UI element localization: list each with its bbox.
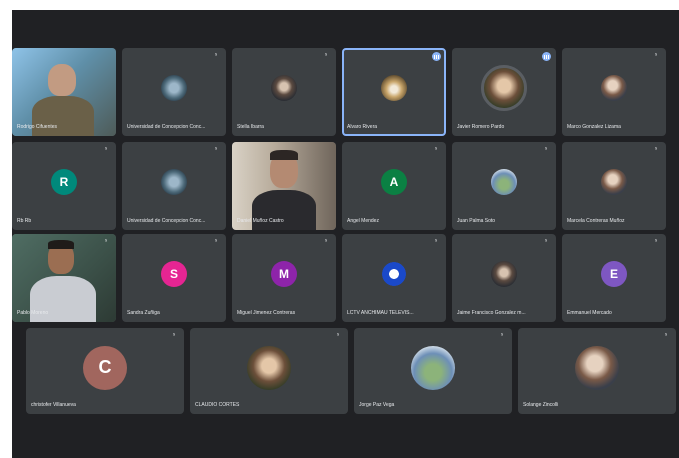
participant-tile[interactable]: ˢ Stella Ibarra [232,48,336,136]
participant-name: Jorge Paz Vega [359,402,395,408]
mic-off-icon: ˢ [655,239,658,245]
mic-off-icon: ˢ [215,239,218,245]
participant-name: Marcela Contreras Muñoz [567,218,625,224]
avatar [601,75,627,102]
avatar [382,262,406,287]
participant-name: Sandra Zuñiga [127,310,160,316]
participant-tile-active[interactable]: Alvaro Rivera [342,48,446,136]
participant-row-4: C ˢ christofer Villanueva ˢ CLAUDIO CORT… [26,328,676,414]
participant-tile[interactable]: Daniel Muñoz Castro [232,142,336,230]
avatar [481,65,527,112]
mic-off-icon: ˢ [655,147,658,153]
participant-tile[interactable]: ˢ Juan Palma Soto [452,142,556,230]
mic-off-icon: ˢ [173,333,176,339]
mic-off-icon: ˢ [215,53,218,59]
participant-name: Angel Mendez [347,218,379,224]
audio-level-icon [542,52,551,61]
mic-off-icon: ˢ [655,53,658,59]
avatar [601,169,627,196]
avatar [271,75,297,102]
avatar: C [83,345,127,390]
participant-name: Universidad de Concepcion Conc... [127,124,206,130]
participant-tile[interactable]: ˢ Jorge Paz Vega [354,328,512,414]
participant-name: CLAUDIO CORTES [195,402,240,408]
avatar [247,345,291,390]
participant-name: LCTV ANCHIMAU TELEVIS... [347,310,414,316]
participant-tile[interactable]: M ˢ Miguel Jimenez Contreras [232,234,336,322]
participant-row-3: ˢ Pablo Moreno S ˢ Sandra Zuñiga M ˢ Mig… [12,234,666,322]
mic-off-icon: ˢ [435,147,438,153]
person-body [32,96,94,136]
mic-off-icon: ˢ [325,53,328,59]
mic-off-icon: ˢ [325,239,328,245]
mic-off-icon: ˢ [105,239,108,245]
participant-tile[interactable]: S ˢ Sandra Zuñiga [122,234,226,322]
person-hair [48,240,74,249]
participant-tile[interactable]: ˢ Jaime Francisco Gonzalez m... [452,234,556,322]
mic-off-icon: ˢ [215,147,218,153]
participant-row-1: Rodrigo Cifuentes ˢ Universidad de Conce… [12,48,666,136]
person-hair [270,150,298,160]
participant-tile[interactable]: ˢ Universidad de Concepcion Conc... [122,142,226,230]
participant-tile[interactable]: ˢ Pablo Moreno [12,234,116,322]
audio-level-icon [432,52,441,61]
participant-name: Pablo Moreno [17,310,49,316]
avatar: A [381,169,407,196]
avatar [491,261,517,288]
mic-off-icon: ˢ [105,147,108,153]
participant-name: Marco Gonzalez Lizama [567,124,621,130]
participant-tile[interactable]: C ˢ christofer Villanueva [26,328,184,414]
participant-tile[interactable]: R ˢ Rb Rb [12,142,116,230]
participant-tile[interactable]: ˢ Marcela Contreras Muñoz [562,142,666,230]
participant-name: Javier Romero Pardo [457,124,505,130]
person-body [252,190,316,230]
mic-off-icon: ˢ [545,239,548,245]
avatar [161,75,187,102]
avatar: M [271,261,297,288]
participant-name: Emmanuel Mercado [567,310,612,316]
participant-tile[interactable]: ˢ Universidad de Concepcion Conc... [122,48,226,136]
avatar [411,345,455,390]
participant-name: Rodrigo Cifuentes [17,124,58,130]
avatar [381,75,407,102]
avatar: R [51,169,77,196]
participant-tile[interactable]: ˢ Marco Gonzalez Lizama [562,48,666,136]
participant-name: Universidad de Concepcion Conc... [127,218,206,224]
mic-off-icon: ˢ [545,147,548,153]
participant-name: Daniel Muñoz Castro [237,218,284,224]
participant-tile[interactable]: ˢ Solange Zincolli [518,328,676,414]
person-head [48,64,76,96]
participant-name: Jaime Francisco Gonzalez m... [457,310,526,316]
avatar: S [161,261,187,288]
participant-tile[interactable]: A ˢ Angel Mendez [342,142,446,230]
participant-name: christofer Villanueva [31,402,76,408]
avatar: E [601,261,627,288]
participant-tile[interactable]: ˢ LCTV ANCHIMAU TELEVIS... [342,234,446,322]
avatar [161,169,187,196]
mic-off-icon: ˢ [501,333,504,339]
participant-name: Rb Rb [17,218,32,224]
mic-off-icon: ˢ [665,333,668,339]
participant-tile[interactable]: Rodrigo Cifuentes [12,48,116,136]
participant-name: Juan Palma Soto [457,218,496,224]
participant-name: Miguel Jimenez Contreras [237,310,296,316]
participant-tile[interactable]: E ˢ Emmanuel Mercado [562,234,666,322]
mic-off-icon: ˢ [337,333,340,339]
participant-row-2: R ˢ Rb Rb ˢ Universidad de Concepcion Co… [12,142,666,230]
participant-name: Alvaro Rivera [347,124,378,130]
participant-tile[interactable]: Javier Romero Pardo [452,48,556,136]
participant-tile[interactable]: ˢ CLAUDIO CORTES [190,328,348,414]
participant-name: Solange Zincolli [523,402,559,408]
avatar [575,345,619,390]
avatar [491,169,517,196]
mic-off-icon: ˢ [435,239,438,245]
participant-name: Stella Ibarra [237,124,264,130]
